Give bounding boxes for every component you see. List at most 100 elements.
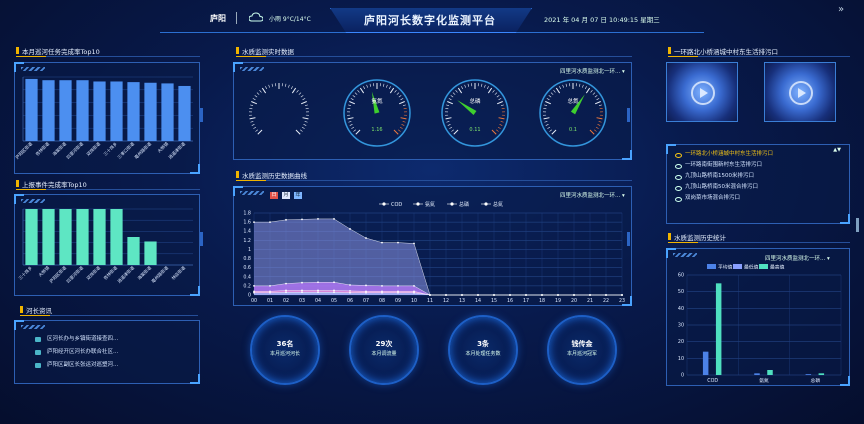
video-list-item[interactable]: 一环路南街围新村东生活排污口 — [675, 160, 843, 171]
gauge-tick — [555, 87, 561, 94]
location-label[interactable]: 庐阳 — [210, 13, 226, 24]
gauge-tick — [296, 89, 299, 93]
data-point — [397, 241, 399, 244]
x-tick-label: 总磷 — [811, 377, 821, 384]
data-point — [381, 291, 383, 294]
gauge-tick — [582, 84, 584, 88]
x-tick-label: 双岗街道 — [85, 264, 103, 282]
x-tick-label: 大杨镇 — [37, 264, 52, 279]
gauge-tick — [445, 117, 452, 120]
play-icon[interactable] — [691, 81, 715, 105]
stat-value: 29次 — [375, 340, 393, 348]
data-point — [285, 282, 287, 285]
data-point — [253, 284, 255, 287]
gauge-tick — [254, 95, 258, 98]
data-point — [413, 291, 415, 294]
section-underline — [236, 56, 632, 57]
news-title: 河长资讯 — [20, 305, 52, 315]
gauge-tick — [496, 101, 503, 105]
x-tick-label: 09 — [395, 298, 401, 304]
gauge-tick — [348, 104, 352, 106]
bar — [76, 209, 89, 265]
cloud-icon — [249, 12, 263, 22]
stat-ring: 36名 本月巡河河长 — [250, 315, 320, 385]
gauge-tick — [448, 98, 452, 101]
video-thumbnail[interactable] — [666, 62, 738, 122]
news-item[interactable]: 庐阳区副区长张运对巡塑河... — [35, 359, 195, 372]
x-tick-label: 四里河街道 — [65, 264, 86, 285]
gauge-tick — [596, 117, 603, 120]
gauge-tick — [400, 117, 407, 120]
gauge-tick — [253, 126, 257, 129]
video-list-item[interactable]: 九顶山路桥南1500米排污口 — [675, 171, 843, 182]
realtime-panel: 四里河水质监测北一环... 氨氮1.16总磷0.11总氮0.1 — [233, 62, 632, 160]
video-list-item[interactable]: 双岗菜市场混合排污口 — [675, 193, 843, 204]
gauge-tick — [553, 89, 556, 93]
gauge-tick — [366, 84, 368, 88]
data-point — [429, 294, 431, 296]
x-tick-label: 三十岗乡 — [102, 140, 119, 157]
gauge-tick — [352, 95, 356, 98]
stat-label: 本月巡河冠军 — [566, 351, 597, 357]
gauge-tick — [455, 89, 458, 93]
x-tick-label: 21 — [587, 298, 593, 304]
gauge-tick — [402, 104, 406, 106]
river-completion-chart: 庐阳区街道 杏林街道 海棠街道四里河街道 双岗街道 三十岗乡三孝口街道亳州路街道 大杨镇逍… — [15, 76, 193, 161]
gauge-tick — [545, 101, 552, 105]
gauge-tick — [447, 124, 451, 126]
panel-toggle-handle[interactable] — [627, 108, 630, 122]
data-point — [333, 289, 335, 292]
gauge-tick — [491, 129, 497, 135]
x-tick-label: 17 — [523, 298, 529, 304]
gauge-tick — [369, 83, 371, 87]
y-tick-label: 0.6 — [243, 265, 251, 271]
gauge-tick — [285, 83, 287, 87]
gauge-tick — [347, 117, 354, 120]
bar — [818, 373, 825, 375]
gauge-value: 0.11 — [469, 127, 480, 133]
gauge-tick — [298, 92, 302, 95]
gauge-tick — [453, 129, 459, 135]
x-tick-label: 11 — [427, 298, 433, 304]
panel-toggle-handle[interactable] — [627, 232, 630, 246]
collapse-chevron-icon[interactable]: » — [838, 4, 844, 15]
stat-value: 3条 — [477, 340, 489, 348]
gauge-tick — [494, 92, 498, 95]
x-tick-label: 海棠街道 — [136, 264, 154, 282]
news-item[interactable]: 区河长办与乡镇街道接查四... — [35, 333, 195, 346]
gauge-tick — [547, 126, 551, 129]
legend-label: COD — [391, 202, 402, 208]
video-thumbnail[interactable] — [764, 62, 836, 122]
play-icon[interactable] — [789, 81, 813, 105]
scrollbar-handle[interactable] — [856, 218, 859, 232]
bar — [110, 209, 123, 265]
gauge-tick — [302, 98, 306, 101]
gauge-tick — [398, 101, 405, 105]
gauge-tick — [398, 129, 401, 132]
video-list-item[interactable]: 一环路北小桥涵城中村东生活排污口 — [675, 149, 843, 160]
panel-toggle-handle[interactable] — [200, 108, 203, 122]
data-point — [301, 291, 303, 294]
gauge-tick — [550, 92, 554, 95]
panel-toggle-handle[interactable] — [200, 232, 203, 246]
x-tick-label: 06 — [347, 298, 353, 304]
y-tick-label: 1 — [248, 247, 251, 253]
gauge-tick — [257, 129, 263, 135]
bar — [59, 80, 72, 141]
gauge-label: 氨氮 — [371, 97, 383, 105]
gauge-tick — [596, 98, 600, 101]
section-underline — [16, 189, 200, 190]
gauge-tick — [497, 126, 501, 129]
gauge-tick — [290, 86, 293, 90]
gauge-tick — [457, 87, 463, 94]
data-point — [557, 294, 559, 296]
video-list-item[interactable]: 九顶山路桥南50米混合排污口 — [675, 182, 843, 193]
river-completion-title: 本月巡河任务完成率Top10 — [16, 46, 100, 56]
page-title: 庐阳河长数字化监测平台 — [364, 14, 496, 27]
gauge-tick — [544, 121, 548, 123]
legend-swatch — [707, 264, 716, 269]
gauge-tick — [594, 101, 601, 105]
x-tick-label: 三十岗乡 — [17, 264, 34, 281]
video-list-panel: ▲▼ 一环路北小桥涵城中村东生活排污口 一环路南街围新村东生活排污口 九顶山路桥… — [666, 144, 850, 224]
news-item[interactable]: 庐阳经开区河长办联合社区... — [35, 346, 195, 359]
